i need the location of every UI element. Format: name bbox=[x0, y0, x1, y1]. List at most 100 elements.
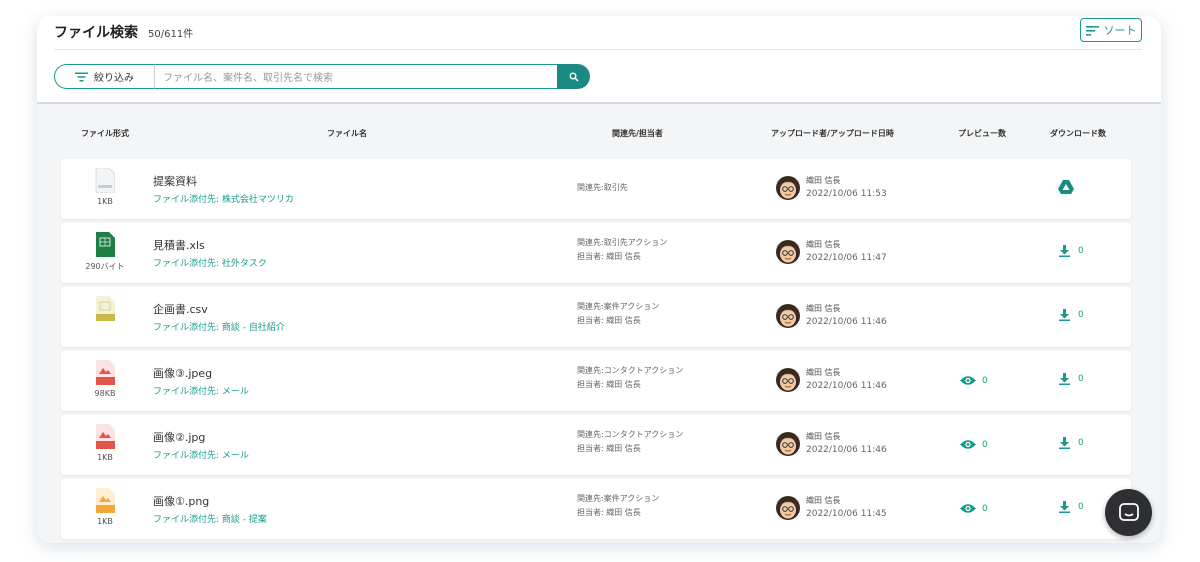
file-name[interactable]: 画像③.jpeg bbox=[153, 365, 212, 381]
download-count[interactable]: 0 bbox=[1059, 309, 1084, 321]
upload-date: 2022/10/06 11:53 bbox=[806, 189, 887, 199]
file-attach-target[interactable]: ファイル添付先: 商談 - 提案 bbox=[153, 512, 267, 525]
column-header-uploader: アップロード者/アップロード日時 bbox=[771, 129, 894, 138]
eye-icon bbox=[960, 440, 976, 449]
download-count[interactable]: 0 bbox=[1059, 245, 1084, 257]
table-row[interactable]: 290バイト 見積書.xls ファイル添付先: 社外タスク 関連先:取引先アクシ… bbox=[61, 223, 1131, 283]
panel-header: ファイル検索 50/611件 ソート bbox=[37, 16, 1161, 48]
search-button[interactable] bbox=[557, 64, 590, 89]
download-icon bbox=[1059, 373, 1070, 385]
related-target: 関連先:コンタクトアクション bbox=[577, 366, 684, 375]
upload-date: 2022/10/06 11:47 bbox=[806, 253, 887, 263]
preview-count-value: 0 bbox=[982, 503, 988, 514]
chat-button[interactable] bbox=[1105, 489, 1152, 536]
csv-file-icon bbox=[96, 296, 115, 321]
preview-count-value: 0 bbox=[982, 375, 988, 386]
search-input[interactable]: ファイル名、案件名、取引先名で検索 bbox=[154, 64, 557, 89]
file-attach-target[interactable]: ファイル添付先: 商談 - 自社紹介 bbox=[153, 320, 285, 333]
related-target: 関連先:案件アクション bbox=[577, 494, 660, 503]
download-count-value: 0 bbox=[1078, 502, 1084, 512]
file-name[interactable]: 提案資料 bbox=[153, 173, 197, 189]
column-header-preview: プレビュー数 bbox=[958, 129, 1006, 138]
download-icon bbox=[1059, 309, 1070, 321]
file-size: 1KB bbox=[97, 453, 113, 462]
avatar bbox=[776, 368, 800, 392]
search-bar: 絞り込み ファイル名、案件名、取引先名で検索 bbox=[54, 64, 590, 89]
avatar bbox=[776, 304, 800, 328]
column-header-name: ファイル名 bbox=[327, 129, 367, 138]
page-title: ファイル検索 bbox=[54, 25, 138, 41]
eye-icon bbox=[960, 376, 976, 385]
chat-icon bbox=[1118, 502, 1139, 521]
download-icon bbox=[1059, 437, 1070, 449]
google-drive-icon[interactable] bbox=[1058, 180, 1074, 194]
file-name[interactable]: 見積書.xls bbox=[153, 237, 205, 253]
uploader-name: 織田 信長 bbox=[806, 368, 841, 377]
result-count: 50/611件 bbox=[148, 29, 194, 40]
file-search-panel: ファイル検索 50/611件 ソート 絞り込み ファイル名、案件名、取引先名で検… bbox=[37, 16, 1161, 543]
upload-date: 2022/10/06 11:46 bbox=[806, 381, 887, 391]
uploader-name: 織田 信長 bbox=[806, 432, 841, 441]
related-target: 関連先:コンタクトアクション bbox=[577, 430, 684, 439]
upload-date: 2022/10/06 11:45 bbox=[806, 509, 887, 519]
column-header-related: 関連先/担当者 bbox=[612, 129, 663, 138]
file-size: 1KB bbox=[97, 197, 113, 206]
table-row[interactable]: 1KB 画像②.jpg ファイル添付先: メール 関連先:コンタクトアクション … bbox=[61, 415, 1131, 475]
header-divider bbox=[54, 49, 1142, 50]
download-count[interactable]: 0 bbox=[1059, 373, 1084, 385]
download-count-value: 0 bbox=[1078, 374, 1084, 384]
avatar bbox=[776, 240, 800, 264]
preview-count[interactable]: 0 bbox=[960, 503, 988, 514]
related-target: 関連先:取引先 bbox=[577, 183, 628, 192]
file-size: 1KB bbox=[97, 517, 113, 526]
file-attach-target[interactable]: ファイル添付先: メール bbox=[153, 448, 249, 461]
download-icon bbox=[1059, 501, 1070, 513]
download-count[interactable]: 0 bbox=[1059, 501, 1084, 513]
file-size: 290バイト bbox=[85, 262, 125, 271]
file-attach-target[interactable]: ファイル添付先: 社外タスク bbox=[153, 256, 267, 269]
uploader-name: 織田 信長 bbox=[806, 240, 841, 249]
uploader-name: 織田 信長 bbox=[806, 304, 841, 313]
preview-count[interactable]: 0 bbox=[960, 439, 988, 450]
sort-icon bbox=[1085, 25, 1099, 36]
file-name[interactable]: 企画書.csv bbox=[153, 301, 208, 317]
sort-button[interactable]: ソート bbox=[1080, 18, 1142, 42]
file-attach-target[interactable]: ファイル添付先: メール bbox=[153, 384, 249, 397]
avatar bbox=[776, 176, 800, 200]
column-header-download: ダウンロード数 bbox=[1050, 129, 1106, 138]
related-target: 関連先:取引先アクション bbox=[577, 238, 668, 247]
file-size: 98KB bbox=[94, 389, 116, 398]
download-count[interactable]: 0 bbox=[1059, 437, 1084, 449]
sort-label: ソート bbox=[1103, 24, 1137, 37]
assignee: 担当者: 織田 信長 bbox=[577, 508, 641, 517]
assignee: 担当者: 織田 信長 bbox=[577, 444, 641, 453]
document-icon bbox=[95, 168, 115, 193]
uploader-name: 織田 信長 bbox=[806, 496, 841, 505]
jpg-file-icon bbox=[96, 424, 115, 449]
assignee: 担当者: 織田 信長 bbox=[577, 252, 641, 261]
download-count-value: 0 bbox=[1078, 246, 1084, 256]
file-attach-target[interactable]: ファイル添付先: 株式会社マツリカ bbox=[153, 192, 294, 205]
assignee: 担当者: 織田 信長 bbox=[577, 380, 641, 389]
table-row[interactable]: 1KB 画像①.png ファイル添付先: 商談 - 提案 関連先:案件アクション… bbox=[61, 479, 1131, 539]
filter-label: 絞り込み bbox=[94, 73, 134, 84]
avatar bbox=[776, 496, 800, 520]
file-name[interactable]: 画像②.jpg bbox=[153, 429, 205, 445]
filter-button[interactable]: 絞り込み bbox=[54, 64, 154, 89]
png-file-icon bbox=[96, 488, 115, 513]
assignee: 担当者: 織田 信長 bbox=[577, 316, 641, 325]
related-target: 関連先:案件アクション bbox=[577, 302, 660, 311]
column-header-type: ファイル形式 bbox=[81, 129, 129, 138]
uploader-name: 織田 信長 bbox=[806, 176, 841, 185]
eye-icon bbox=[960, 504, 976, 513]
table-row[interactable]: 1KB 提案資料 ファイル添付先: 株式会社マツリカ 関連先:取引先 織田 信長… bbox=[61, 159, 1131, 219]
preview-count[interactable]: 0 bbox=[960, 375, 988, 386]
jpeg-file-icon bbox=[96, 360, 115, 385]
download-count-value: 0 bbox=[1078, 438, 1084, 448]
file-table: ファイル形式 ファイル名 関連先/担当者 アップロード者/アップロード日時 プレ… bbox=[37, 104, 1161, 543]
table-row[interactable]: 98KB 画像③.jpeg ファイル添付先: メール 関連先:コンタクトアクショ… bbox=[61, 351, 1131, 411]
avatar bbox=[776, 432, 800, 456]
table-row[interactable]: 企画書.csv ファイル添付先: 商談 - 自社紹介 関連先:案件アクション 担… bbox=[61, 287, 1131, 347]
download-count-value: 0 bbox=[1078, 310, 1084, 320]
file-name[interactable]: 画像①.png bbox=[153, 493, 209, 509]
